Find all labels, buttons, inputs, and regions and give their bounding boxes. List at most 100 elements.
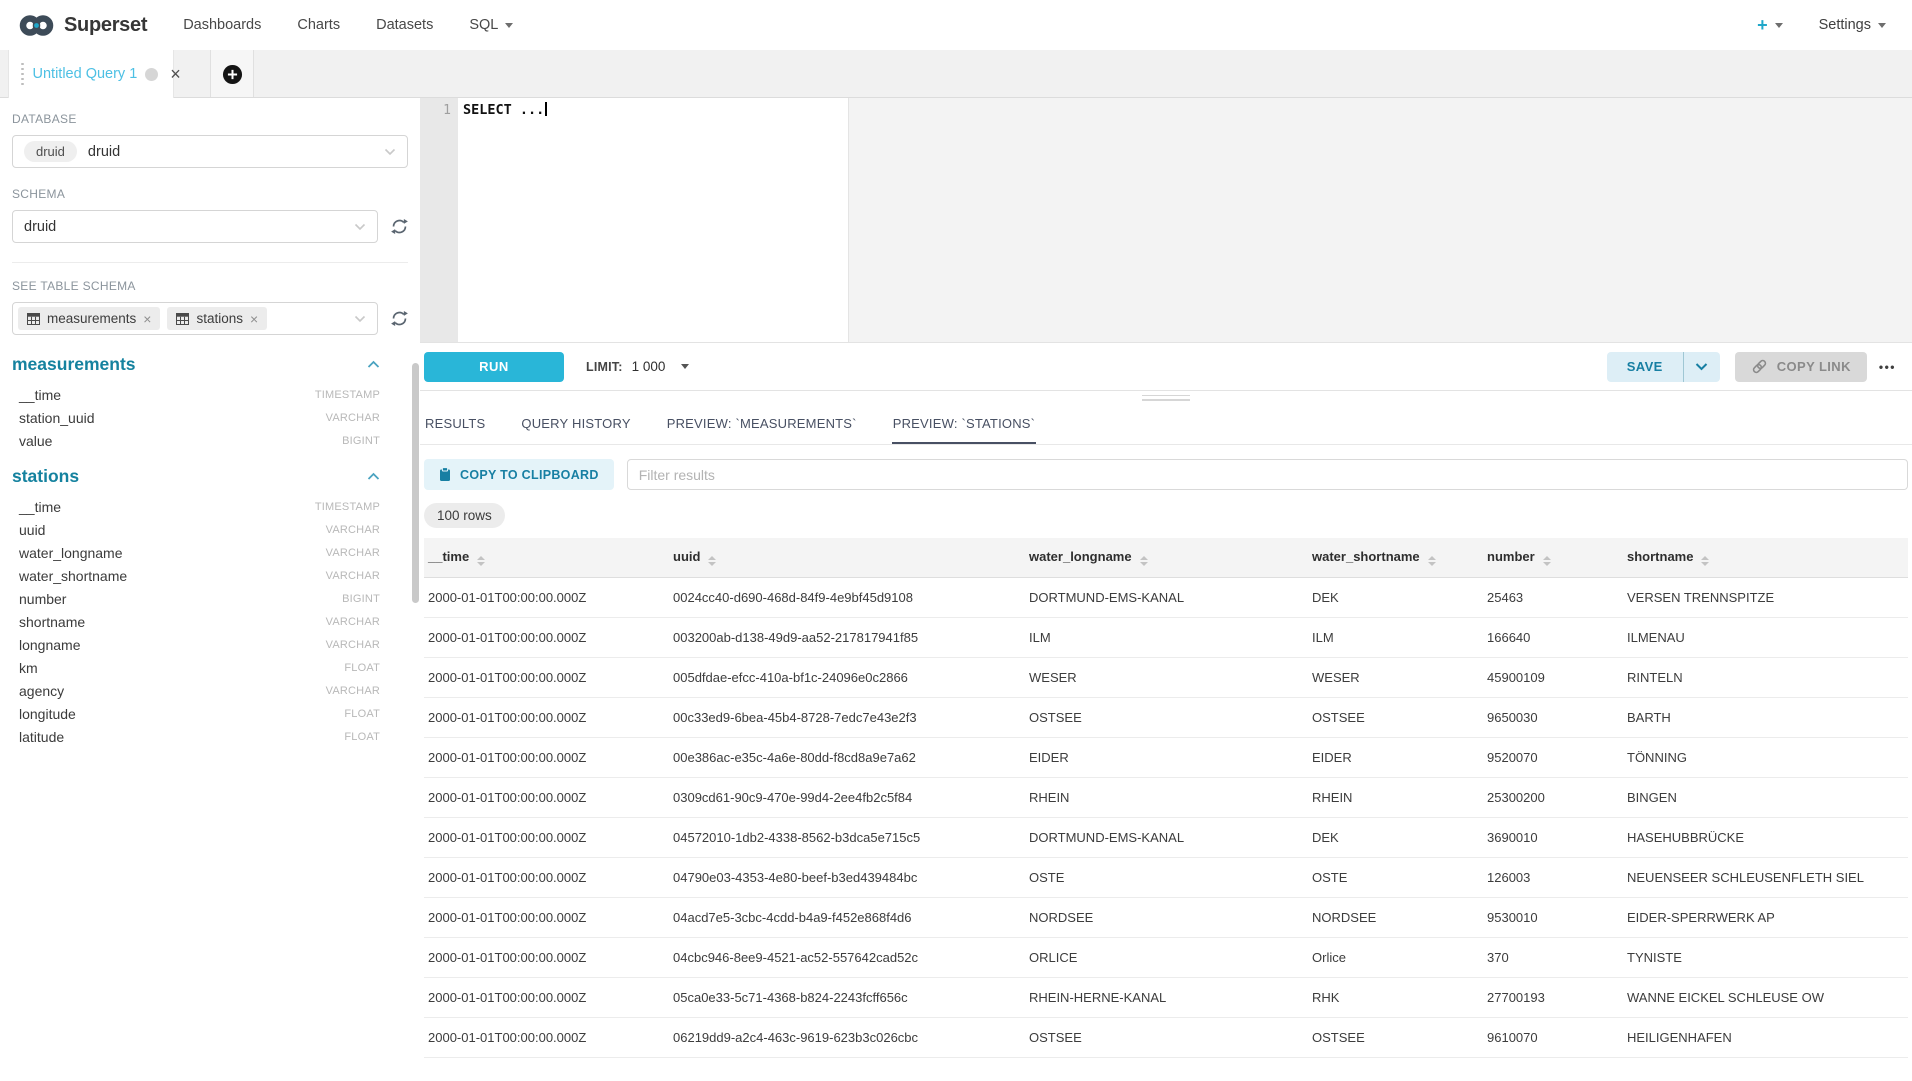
- schema-column-row: uuid VARCHAR: [12, 518, 408, 541]
- cell-shortname: HEILIGENHAFEN: [1619, 1018, 1908, 1058]
- column-header[interactable]: water_longname: [1021, 538, 1304, 578]
- table-chip[interactable]: measurements ×: [18, 307, 160, 330]
- nav-item[interactable]: Dashboards: [183, 17, 261, 33]
- column-type: FLOAT: [344, 731, 380, 743]
- column-header[interactable]: shortname: [1619, 538, 1908, 578]
- cell-water-longname: OSTSEE: [1021, 1018, 1304, 1058]
- column-name: __time: [19, 499, 61, 515]
- table-row[interactable]: 2000-01-01T00:00:00.000Z 04572010-1db2-4…: [424, 818, 1908, 858]
- copy-to-clipboard-button[interactable]: COPY TO CLIPBOARD: [424, 459, 614, 490]
- column-header-label: shortname: [1627, 549, 1693, 564]
- pane-resize-handle[interactable]: [420, 391, 1912, 404]
- copy-link-button[interactable]: COPY LINK: [1735, 352, 1867, 382]
- table-row[interactable]: 2000-01-01T00:00:00.000Z 04acd7e5-3cbc-4…: [424, 898, 1908, 938]
- schema-column-row: water_longname VARCHAR: [12, 541, 408, 564]
- limit-value: 1 000: [632, 359, 666, 374]
- superset-brand[interactable]: Superset: [18, 14, 147, 37]
- cell-time: 2000-01-01T00:00:00.000Z: [424, 1018, 665, 1058]
- sort-icon[interactable]: [708, 556, 716, 566]
- editor-code-area[interactable]: SELECT ...: [458, 98, 1912, 342]
- run-button[interactable]: RUN: [424, 352, 564, 382]
- column-name: longname: [19, 637, 81, 653]
- remove-chip-icon[interactable]: ×: [250, 314, 258, 324]
- schema-section-stations: stations __time TIMESTAMP uuid VARCHAR w…: [12, 466, 408, 748]
- cell-uuid: 0309cd61-90c9-470e-99d4-2ee4fb2c5f84: [665, 778, 1021, 818]
- results-tab[interactable]: PREVIEW: `STATIONS`: [892, 404, 1036, 444]
- limit-dropdown[interactable]: LIMIT: 1 000: [586, 359, 689, 374]
- cell-water-shortname: ILM: [1304, 618, 1479, 658]
- sort-icon[interactable]: [1140, 556, 1148, 566]
- query-tab-title: Untitled Query 1: [33, 66, 138, 82]
- table-name-measurements[interactable]: measurements: [12, 354, 136, 375]
- column-type: VARCHAR: [326, 639, 380, 651]
- collapse-chevron-up-icon[interactable]: [367, 472, 380, 481]
- results-tab[interactable]: RESULTS: [424, 404, 486, 444]
- save-options-button[interactable]: [1683, 352, 1720, 382]
- cell-number: 45900109: [1479, 658, 1619, 698]
- results-tab-label: PREVIEW: `STATIONS`: [893, 416, 1035, 431]
- scrollbar-thumb[interactable]: [412, 363, 419, 603]
- table-schema-select[interactable]: measurements × stati: [12, 302, 378, 335]
- table-name-stations[interactable]: stations: [12, 466, 79, 487]
- refresh-icon: [391, 218, 408, 235]
- column-type: TIMESTAMP: [315, 501, 380, 513]
- settings-menu[interactable]: Settings: [1819, 17, 1886, 33]
- results-tab-label: QUERY HISTORY: [521, 416, 630, 431]
- refresh-schemas-button[interactable]: [391, 218, 408, 235]
- schema-select[interactable]: druid: [12, 210, 378, 243]
- table-row[interactable]: 2000-01-01T00:00:00.000Z 005dfdae-efcc-4…: [424, 658, 1908, 698]
- sort-icon[interactable]: [1543, 556, 1551, 566]
- sql-editor[interactable]: 1 SELECT ...: [420, 98, 1912, 343]
- remove-chip-icon[interactable]: ×: [143, 314, 151, 324]
- table-row[interactable]: 2000-01-01T00:00:00.000Z 04790e03-4353-4…: [424, 858, 1908, 898]
- table-chip-label: stations: [196, 311, 243, 326]
- table-row[interactable]: 2000-01-01T00:00:00.000Z 06219dd9-a2c4-4…: [424, 1018, 1908, 1058]
- column-name: latitude: [19, 729, 64, 745]
- cell-shortname: NEUENSEER SCHLEUSENFLETH SIEL: [1619, 858, 1908, 898]
- sort-icon[interactable]: [1701, 556, 1709, 566]
- sort-icon[interactable]: [1428, 556, 1436, 566]
- column-header[interactable]: number: [1479, 538, 1619, 578]
- cell-number: 25463: [1479, 578, 1619, 618]
- more-options-button[interactable]: •••: [1879, 360, 1896, 374]
- column-header[interactable]: uuid: [665, 538, 1021, 578]
- table-row[interactable]: 2000-01-01T00:00:00.000Z 05ca0e33-5c71-4…: [424, 978, 1908, 1018]
- cell-uuid: 005dfdae-efcc-410a-bf1c-24096e0c2866: [665, 658, 1021, 698]
- column-type: VARCHAR: [326, 547, 380, 559]
- new-item-menu[interactable]: +: [1757, 16, 1783, 34]
- refresh-tables-button[interactable]: [391, 310, 408, 327]
- table-row[interactable]: 2000-01-01T00:00:00.000Z 04cbc946-8ee9-4…: [424, 938, 1908, 978]
- add-tab-button[interactable]: [210, 50, 254, 98]
- nav-item[interactable]: Datasets: [376, 17, 433, 33]
- cell-time: 2000-01-01T00:00:00.000Z: [424, 658, 665, 698]
- chevron-down-icon: [1695, 362, 1708, 371]
- column-header[interactable]: __time: [424, 538, 665, 578]
- cell-number: 9610070: [1479, 1018, 1619, 1058]
- query-tab-active[interactable]: Untitled Query 1 ×: [8, 50, 174, 98]
- results-tab[interactable]: QUERY HISTORY: [520, 404, 631, 444]
- table-row[interactable]: 2000-01-01T00:00:00.000Z 00c33ed9-6bea-4…: [424, 698, 1908, 738]
- table-chip[interactable]: stations ×: [167, 307, 267, 330]
- close-tab-icon[interactable]: ×: [170, 67, 181, 81]
- database-select[interactable]: druid druid: [12, 135, 408, 168]
- save-button[interactable]: SAVE: [1607, 352, 1683, 382]
- table-row[interactable]: 2000-01-01T00:00:00.000Z 00e386ac-e35c-4…: [424, 738, 1908, 778]
- column-header[interactable]: water_shortname: [1304, 538, 1479, 578]
- cell-water-longname: ILM: [1021, 618, 1304, 658]
- collapse-chevron-up-icon[interactable]: [367, 360, 380, 369]
- schema-column-row: longitude FLOAT: [12, 702, 408, 725]
- cell-time: 2000-01-01T00:00:00.000Z: [424, 858, 665, 898]
- results-tabbar: RESULTS QUERY HISTORY PREVIEW: `MEASUREM…: [420, 404, 1912, 445]
- nav-item[interactable]: Charts: [297, 17, 340, 33]
- sort-icon[interactable]: [477, 556, 485, 566]
- drag-handle-icon[interactable]: [21, 63, 24, 86]
- see-table-schema-label: SEE TABLE SCHEMA: [12, 279, 408, 293]
- table-row[interactable]: 2000-01-01T00:00:00.000Z 0309cd61-90c9-4…: [424, 778, 1908, 818]
- filter-results-input[interactable]: [627, 459, 1908, 490]
- table-row[interactable]: 2000-01-01T00:00:00.000Z 003200ab-d138-4…: [424, 618, 1908, 658]
- cell-water-longname: OSTE: [1021, 858, 1304, 898]
- nav-item[interactable]: SQL: [469, 17, 513, 33]
- results-tab[interactable]: PREVIEW: `MEASUREMENTS`: [666, 404, 858, 444]
- table-row[interactable]: 2000-01-01T00:00:00.000Z 0024cc40-d690-4…: [424, 578, 1908, 618]
- chevron-down-icon: [1775, 23, 1783, 28]
